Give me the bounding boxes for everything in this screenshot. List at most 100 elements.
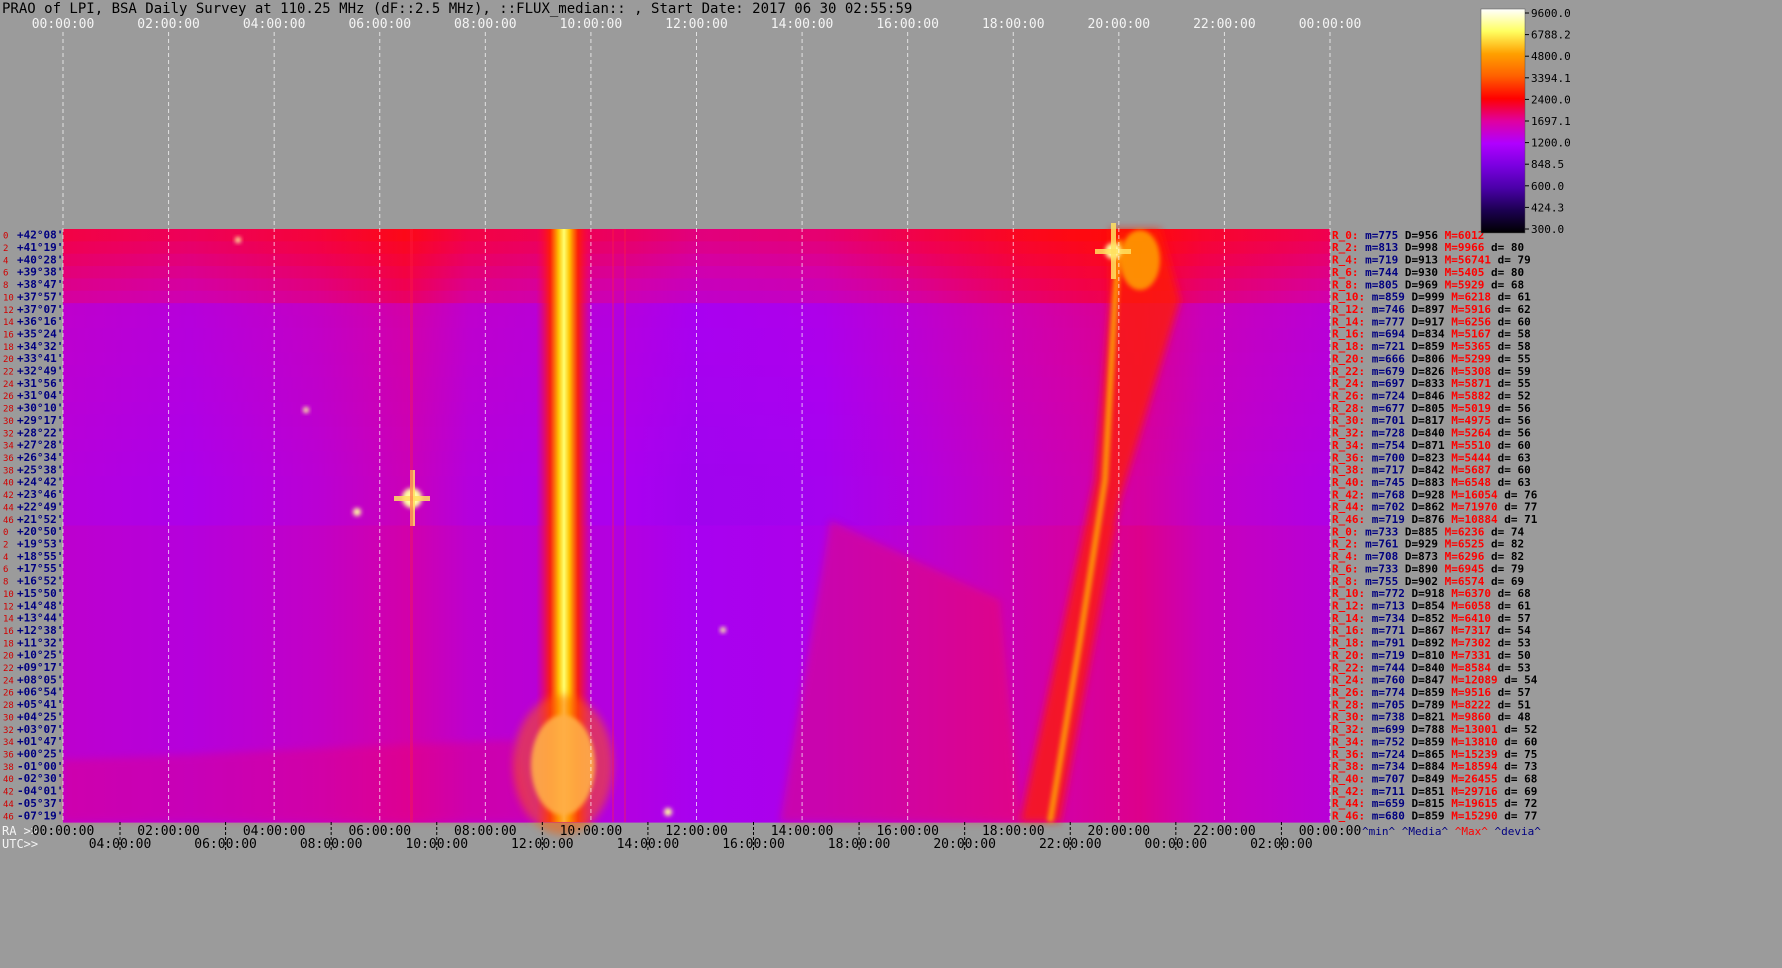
row-stat-field: M=5882 [1445, 389, 1491, 402]
row-stat: R_0: m=733 D=885 M=6236 d= 74 [1332, 525, 1524, 538]
declination-label: +33°41' [17, 352, 63, 365]
row-stat: R_22: m=679 D=826 M=5308 d= 59 [1332, 365, 1531, 378]
row-stat-field: m=719 [1365, 513, 1405, 526]
row-index-label: 38 [3, 466, 14, 476]
row-stat-field: R_22: [1332, 365, 1365, 378]
declination-label: +10°25' [17, 649, 63, 662]
row-stat: R_24: m=760 D=847 M=12089 d= 54 [1332, 674, 1538, 687]
row-stat-field: R_34: [1332, 735, 1365, 748]
row-stat-field: d= 60 [1491, 315, 1531, 328]
row-index-label: 40 [3, 479, 14, 489]
row-stat: R_8: m=805 D=969 M=5929 d= 68 [1332, 278, 1524, 291]
row-stat-field: M=5871 [1445, 377, 1492, 390]
row-stat-field: d= 75 [1498, 748, 1538, 761]
row-stat-field: D=890 [1398, 562, 1438, 575]
row-stat-field: m=711 [1365, 785, 1405, 798]
row-stat-field: m=701 [1365, 414, 1405, 427]
row-stat-field: R_40: [1332, 476, 1365, 489]
utc-tick-label: 18:00:00 [828, 837, 891, 852]
row-index-label: 24 [3, 676, 14, 686]
row-stat-field: D=873 [1398, 550, 1438, 563]
row-stat-field: D=849 [1405, 772, 1445, 785]
row-stat-field: D=885 [1398, 525, 1438, 538]
row-stat-field: D=871 [1405, 439, 1445, 452]
row-stat-field: m=724 [1365, 748, 1405, 761]
heatmap-chart: 00:00:00 02:00:00 04:00:00 06:00:00 08:00:00… [2, 7, 1571, 852]
row-stat-field: D=826 [1405, 365, 1445, 378]
source-cross-v [1111, 223, 1116, 279]
row-stat-field: R_12: [1332, 303, 1365, 316]
row-stat-field: M=6410 [1445, 612, 1491, 625]
declination-label: +31°04' [17, 389, 63, 402]
row-stat-field: D=876 [1405, 513, 1445, 526]
row-index-label: 0 [3, 528, 8, 538]
row-stat-field: D=823 [1405, 451, 1445, 464]
row-stat-field: R_24: [1332, 377, 1365, 390]
row-stat: R_36: m=700 D=823 M=5444 d= 63 [1332, 451, 1531, 464]
utc-tick-label: 02:00:00 [1250, 837, 1313, 852]
row-index-label: 16 [3, 330, 14, 340]
row-stat-field: R_24: [1332, 674, 1365, 687]
row-stat-field: M=15290 [1445, 810, 1498, 823]
row-stat-field: M=6012 [1438, 229, 1484, 242]
declination-label: +03°07' [17, 723, 63, 736]
row-index-label: 4 [3, 256, 8, 266]
colorbar-tick-label: 424.3 [1531, 201, 1564, 214]
row-stat-field: R_6: [1332, 562, 1359, 575]
row-stat-field: d= 61 [1491, 291, 1531, 304]
row-stat: R_6: m=733 D=890 M=6945 d= 79 [1332, 562, 1524, 575]
row-stat-field: R_18: [1332, 637, 1365, 650]
declination-label: +39°38' [17, 266, 63, 279]
declination-label: +09°17' [17, 661, 63, 674]
declination-label: +26°34' [17, 451, 63, 464]
row-stat: R_28: m=705 D=789 M=8222 d= 51 [1332, 698, 1531, 711]
declination-label: +35°24' [17, 327, 63, 340]
row-stat-field: m=760 [1365, 674, 1405, 687]
row-stat-field: d= 69 [1498, 785, 1538, 798]
declination-label: +37°07' [17, 303, 63, 316]
row-stat-field: m=666 [1365, 352, 1405, 365]
row-stat-field: R_8: [1332, 575, 1359, 588]
row-stat-field: R_36: [1332, 748, 1365, 761]
row-stat-field: M=71970 [1445, 501, 1498, 514]
row-stat-field: D=913 [1398, 254, 1438, 267]
declination-label: +04°25' [17, 710, 63, 723]
row-stat-field: M=8584 [1445, 661, 1492, 674]
row-stat: R_32: m=699 D=788 M=13001 d= 52 [1332, 723, 1537, 736]
row-stat-field: D=999 [1405, 291, 1445, 304]
declination-label: +23°46' [17, 488, 63, 501]
row-stat-field: m=746 [1365, 303, 1405, 316]
row-stat-field: m=777 [1365, 315, 1405, 328]
row-stat: R_40: m=707 D=849 M=26455 d= 68 [1332, 772, 1537, 785]
row-stat-field: m=659 [1365, 797, 1405, 810]
row-stat-field: M=26455 [1445, 772, 1498, 785]
declination-label: +42°08' [17, 229, 63, 242]
row-stat-field: d= 71 [1498, 513, 1538, 526]
top-tick-label: 12:00:00 [665, 17, 728, 32]
declination-label: +24°42' [17, 476, 63, 489]
row-stat: R_12: m=746 D=897 M=5916 d= 62 [1332, 303, 1531, 316]
row-stat: R_38: m=734 D=884 M=18594 d= 73 [1332, 760, 1537, 773]
row-stat-field: D=892 [1405, 637, 1445, 650]
heatmap-area [62, 32, 1331, 835]
row-stat-field: m=791 [1365, 637, 1405, 650]
row-stat-field: m=679 [1365, 365, 1405, 378]
row-stat-field: M=10884 [1445, 513, 1498, 526]
utc-tick-label: 16:00:00 [722, 837, 785, 852]
row-stat-field: m=771 [1365, 624, 1405, 637]
top-tick-label: 18:00:00 [982, 17, 1045, 32]
row-stat-field: d= 60 [1498, 735, 1538, 748]
row-stat-field: R_44: [1332, 797, 1365, 810]
row-stat: R_42: m=768 D=928 M=16054 d= 76 [1332, 488, 1538, 501]
row-stat-field: M=29716 [1445, 785, 1498, 798]
row-index-label: 8 [3, 281, 8, 291]
row-stat-field: D=852 [1405, 612, 1445, 625]
top-tick-label: 06:00:00 [348, 17, 411, 32]
row-stat-field: R_46: [1332, 810, 1365, 823]
colorbar-tick-label: 300.0 [1531, 223, 1564, 236]
row-stat-field: M=6296 [1438, 550, 1485, 563]
row-stat-field: R_42: [1332, 785, 1365, 798]
row-stat-field: m=707 [1365, 772, 1405, 785]
row-index-label: 34 [3, 738, 14, 748]
row-stat-field: D=859 [1405, 810, 1445, 823]
